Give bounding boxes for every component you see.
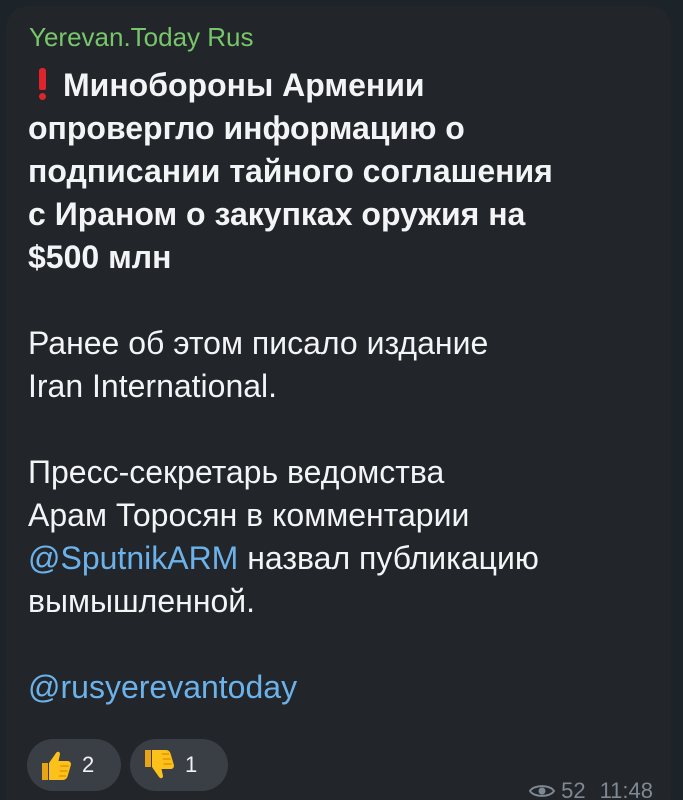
paragraph-line: Арам Торосян в комментарии [28, 497, 470, 533]
paragraph-line: Iran International. [28, 368, 278, 404]
mention-link-sputnikarm[interactable]: @SputnikARM [28, 540, 238, 576]
reaction-count: 1 [185, 752, 198, 777]
reaction-count: 2 [82, 752, 95, 777]
paragraph-line: Пресс-секретарь ведомства [28, 454, 445, 490]
red-exclamation-icon [37, 68, 47, 100]
message-signature: @rusyerevantoday [28, 666, 658, 709]
message-text: Минобороны Армении опровергло информацию… [28, 64, 658, 709]
paragraph-line: вымышленной. [28, 583, 256, 619]
thumbs-down-icon [145, 750, 174, 779]
paragraph-line: Ранее об этом писало издание [28, 325, 489, 361]
signature-link[interactable]: @rusyerevantoday [28, 666, 658, 709]
message-paragraph-statement: Пресс-секретарь ведомства Арам Торосян в… [28, 451, 658, 623]
message-meta: 52 11:48 [529, 778, 653, 800]
reaction-thumbs-down[interactable]: 1 [130, 739, 228, 791]
headline-line-2: опровергло информацию о [28, 110, 465, 146]
headline-line-5: $500 млн [28, 239, 172, 275]
headline-line-4: с Ираном о закупках оружия на [28, 196, 526, 232]
message-paragraph-source: Ранее об этом писало издание Iran Intern… [28, 322, 658, 408]
paragraph-line: @SputnikARM назвал публикацию [28, 540, 539, 576]
channel-name[interactable]: Yerevan.Today Rus [29, 22, 254, 53]
reaction-thumbs-up[interactable]: 2 [27, 739, 121, 791]
message-headline: Минобороны Армении опровергло информацию… [28, 64, 658, 279]
views-count: 52 [561, 778, 586, 800]
eye-icon [529, 785, 556, 797]
message-time: 11:48 [599, 778, 653, 800]
thumbs-up-icon [42, 751, 71, 780]
headline-line-1: Минобороны Армении [28, 64, 658, 107]
headline-line-3: подписании тайного соглашения [28, 153, 553, 189]
